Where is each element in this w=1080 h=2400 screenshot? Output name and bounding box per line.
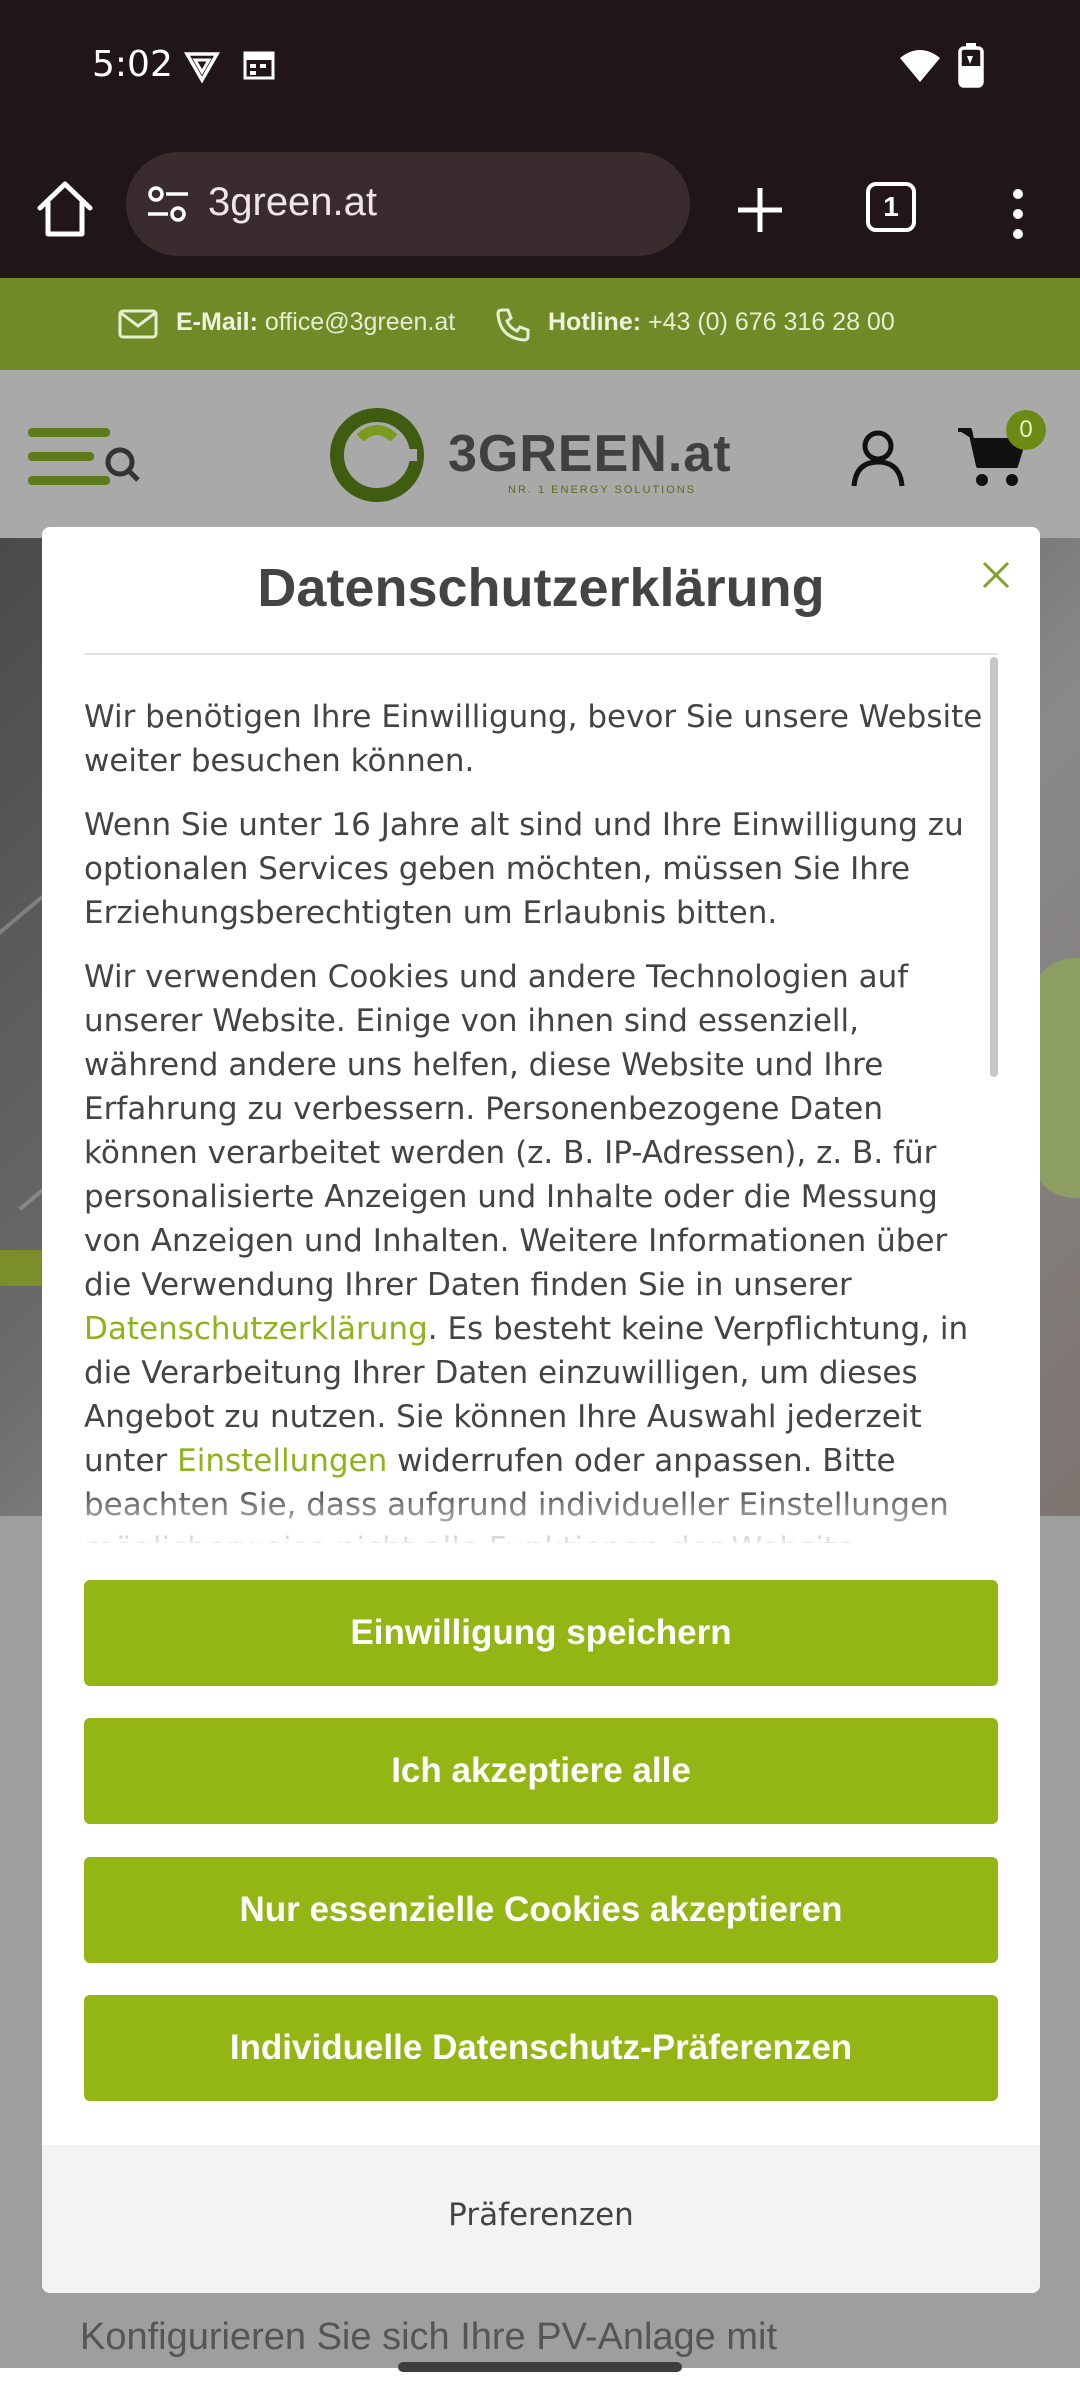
consent-paragraph-1: Wir benötigen Ihre Einwilligung, bevor S… [84,699,983,779]
email-label: E-Mail: [176,308,258,336]
paragraph-3-text-a: Wir verwenden Cookies und andere Technol… [84,959,948,1303]
configure-heading: Konfigurieren Sie sich Ihre PV-Anlage mi… [80,2316,778,2358]
site-logo[interactable]: 3GREEN.at NR. 1 ENERGY SOLUTIONS [330,406,731,504]
site-header: 3GREEN.at NR. 1 ENERGY SOLUTIONS 0 [0,370,1080,538]
green-accent-strip [0,1250,44,1286]
essential-only-button[interactable]: Nur essenzielle Cookies akzeptieren [84,1857,998,1963]
account-icon[interactable] [850,428,906,488]
battery-icon [958,43,984,88]
site-settings-icon[interactable] [146,184,190,224]
preferences-link[interactable]: Präferenzen [42,2197,1040,2233]
email-contact[interactable]: E-Mail: office@3green.at [176,308,455,337]
wifi-icon [900,50,940,82]
home-indicator[interactable] [398,2362,682,2372]
calendar-icon [243,51,275,80]
mail-icon [118,309,158,339]
tab-switcher-icon[interactable]: 1 [866,182,916,232]
scrollbar[interactable] [990,657,998,1077]
individual-preferences-button[interactable]: Individuelle Datenschutz-Präferenzen [84,1995,998,2101]
hotline-label: Hotline: [548,308,642,336]
vpn-icon [184,52,220,84]
menu-search-icon[interactable] [28,422,140,494]
overflow-menu-icon[interactable] [1000,184,1036,244]
dialog-title: Datenschutzerklärung [257,558,825,618]
browser-toolbar: 3green.at 1 [0,140,1080,278]
phone-icon [496,308,530,342]
dialog-footer: Präferenzen [42,2145,1040,2293]
contact-bar: E-Mail: office@3green.at Hotline: +43 (0… [0,278,1080,370]
logo-tagline: NR. 1 ENERGY SOLUTIONS [508,484,697,496]
privacy-policy-link[interactable]: Datenschutzerklärung [84,1311,428,1347]
save-consent-button[interactable]: Einwilligung speichern [84,1580,998,1686]
status-bar: 5:02 [0,0,1080,140]
title-divider [84,653,998,655]
logo-text: 3GREEN.at [448,425,732,483]
new-tab-icon[interactable] [730,180,790,240]
status-time: 5:02 [92,44,173,85]
home-icon[interactable] [30,174,100,244]
privacy-consent-dialog: Datenschutzerklärung Wir benötigen Ihre … [42,527,1040,2293]
email-value[interactable]: office@3green.at [265,308,455,336]
consent-paragraph-3: Wir verwenden Cookies und andere Technol… [84,955,1000,1543]
address-bar[interactable]: 3green.at [126,152,690,256]
consent-text-scroll[interactable]: Wir benötigen Ihre Einwilligung, bevor S… [84,663,1000,1543]
url-text[interactable]: 3green.at [208,180,377,225]
hotline-contact[interactable]: Hotline: +43 (0) 676 316 28 00 [548,308,895,337]
consent-paragraph-2: Wenn Sie unter 16 Jahre alt sind und Ihr… [84,807,964,931]
settings-link[interactable]: Einstellungen [177,1443,387,1479]
logo-mark-icon [330,408,424,502]
scroll-fade [84,1487,1000,1547]
cart-count-badge: 0 [1006,410,1046,450]
close-icon[interactable] [978,557,1014,593]
hotline-value[interactable]: +43 (0) 676 316 28 00 [648,308,895,336]
accept-all-button[interactable]: Ich akzeptiere alle [84,1718,998,1824]
